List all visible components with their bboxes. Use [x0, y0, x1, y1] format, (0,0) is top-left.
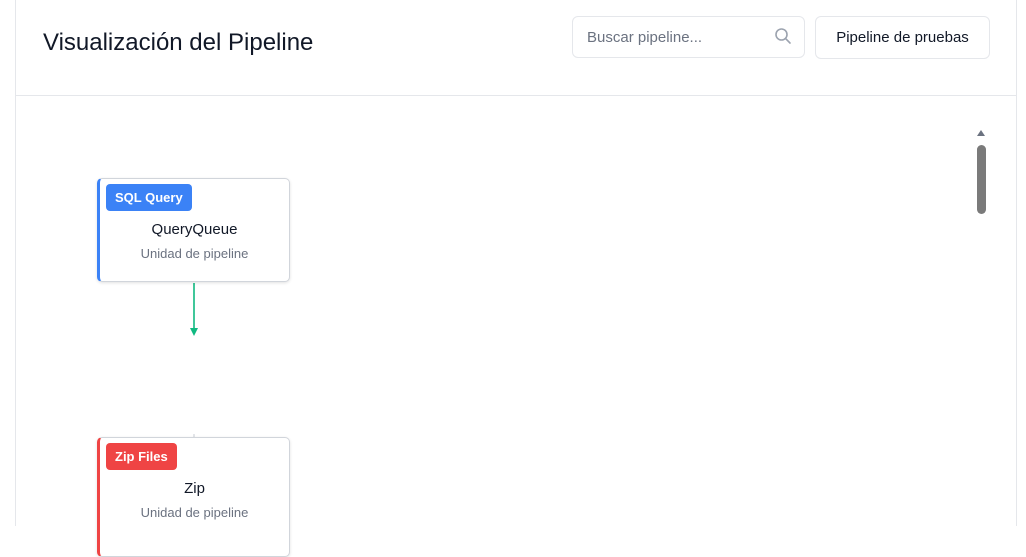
search-box[interactable]	[572, 16, 805, 58]
arrow-head-icon	[190, 328, 198, 336]
vertical-scrollbar[interactable]	[974, 124, 988, 526]
scroll-thumb[interactable]	[977, 145, 986, 214]
node-name: QueryQueue	[151, 221, 238, 238]
pipeline-node-zip[interactable]: Zip Files Zip Unidad de pipeline	[97, 437, 290, 557]
node-subtitle: Unidad de pipeline	[140, 505, 249, 520]
pipeline-node-queryqueue[interactable]: SQL Query QueryQueue Unidad de pipeline	[97, 178, 290, 282]
page-header: Visualización del Pipeline Pipeline de p…	[16, 0, 1016, 96]
search-input[interactable]	[573, 17, 777, 57]
node-type-badge: SQL Query	[106, 184, 192, 211]
app-frame: Visualización del Pipeline Pipeline de p…	[15, 0, 1017, 557]
search-icon[interactable]	[774, 27, 792, 45]
node-type-badge: Zip Files	[106, 443, 177, 470]
scroll-up-arrow-icon[interactable]	[977, 130, 985, 136]
node-subtitle: Unidad de pipeline	[140, 246, 249, 261]
page-title: Visualización del Pipeline	[43, 29, 314, 56]
node-name: Zip	[184, 480, 205, 497]
test-pipeline-button[interactable]: Pipeline de pruebas	[815, 16, 990, 59]
pipeline-canvas[interactable]: SQL Query QueryQueue Unidad de pipeline …	[16, 96, 1016, 557]
